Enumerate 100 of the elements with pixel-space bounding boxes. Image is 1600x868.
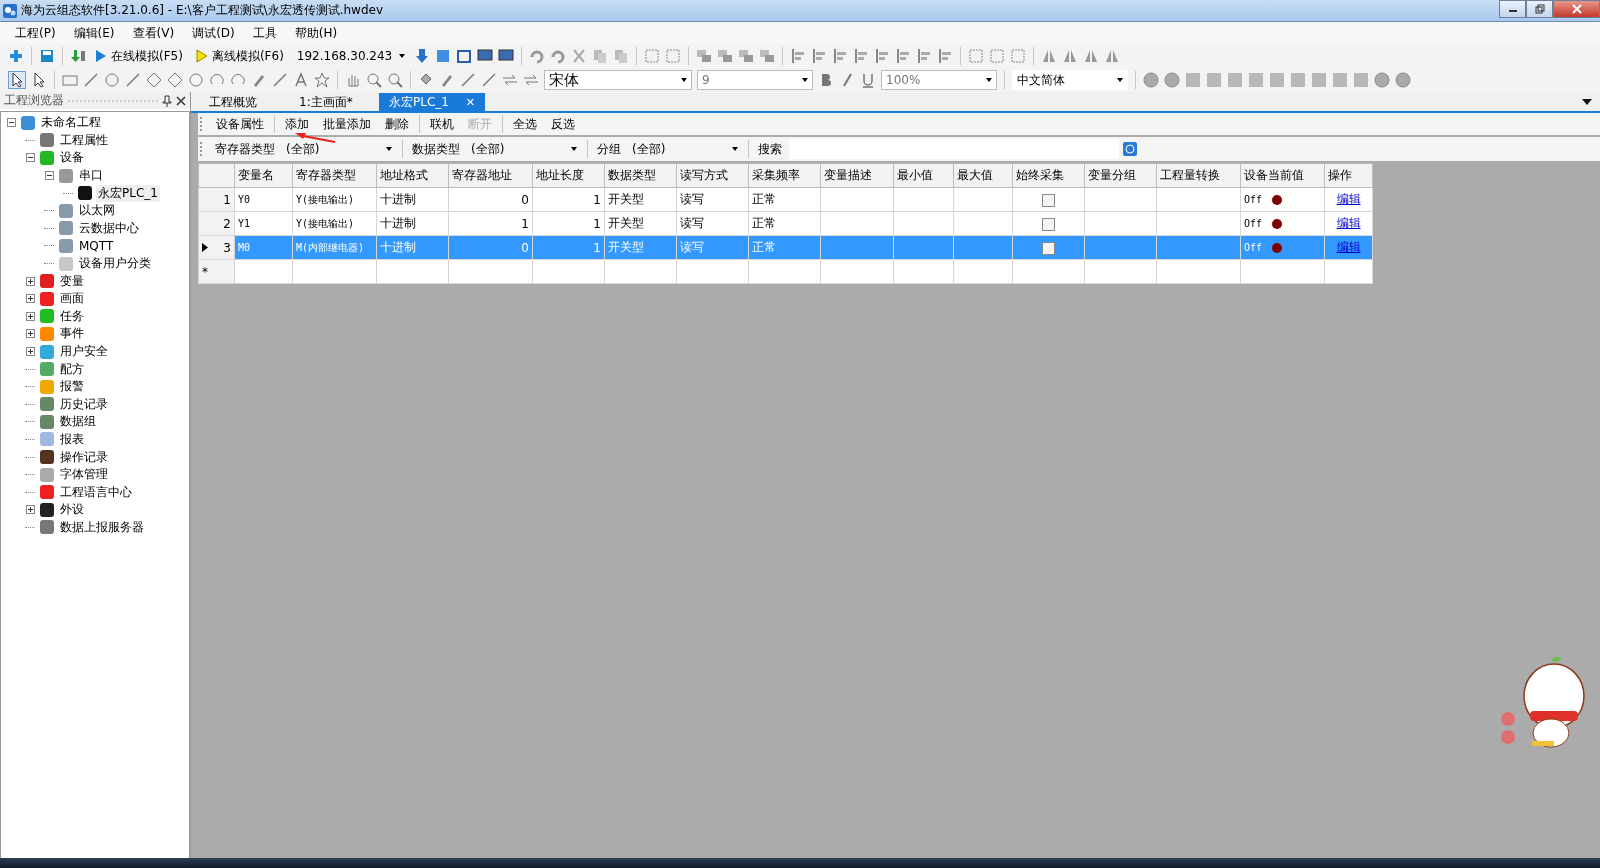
column-header[interactable]: 最小值: [893, 163, 954, 188]
toolbar-button[interactable]: 批量添加: [317, 116, 377, 132]
column-header[interactable]: 变量描述: [820, 163, 894, 188]
diamond-icon[interactable]: [146, 72, 162, 88]
dropdown-icon[interactable]: [1582, 98, 1592, 105]
arrows-icon[interactable]: [523, 72, 539, 88]
expand-toggle[interactable]: [24, 294, 36, 304]
square-icon[interactable]: [1269, 72, 1285, 88]
menu-item[interactable]: 帮助(H): [285, 24, 347, 42]
tree-item[interactable]: 串口: [77, 167, 105, 185]
toolbar-button[interactable]: 添加: [279, 116, 315, 132]
tree-item[interactable]: 数据上报服务器: [58, 518, 146, 536]
square-icon[interactable]: [1290, 72, 1306, 88]
align-icon[interactable]: [894, 48, 911, 64]
tree-item[interactable]: 设备: [58, 149, 86, 167]
tree-item[interactable]: 云数据中心: [77, 219, 141, 237]
tree-item[interactable]: 永宏PLC_1: [96, 184, 160, 202]
tree-item[interactable]: 工程属性: [58, 131, 110, 149]
font-dropdown[interactable]: 宋体: [544, 70, 692, 90]
frame-icon[interactable]: [664, 48, 681, 64]
line-icon[interactable]: [83, 72, 99, 88]
square-icon[interactable]: [1311, 72, 1327, 88]
ip-address-dropdown[interactable]: 192.168.30.243: [292, 49, 409, 63]
flip-icon[interactable]: [1061, 48, 1078, 64]
column-header[interactable]: 地址格式: [376, 163, 449, 188]
tree-item[interactable]: 历史记录: [58, 395, 110, 413]
restore-button[interactable]: [1526, 0, 1553, 18]
tree-item[interactable]: 任务: [58, 307, 86, 325]
circle-icon[interactable]: [1395, 72, 1411, 88]
save-icon[interactable]: [39, 48, 55, 64]
frame-icon[interactable]: [967, 48, 984, 64]
offline-simulation-button[interactable]: 离线模拟(F6): [191, 47, 288, 65]
line-icon[interactable]: [272, 72, 288, 88]
tree-item[interactable]: 未命名工程: [39, 114, 103, 132]
square-icon[interactable]: [1332, 72, 1348, 88]
column-header[interactable]: 数据类型: [604, 163, 677, 188]
checkbox[interactable]: [1042, 241, 1055, 255]
tree-item[interactable]: 字体管理: [58, 466, 110, 484]
column-header[interactable]: 采集频率: [748, 163, 821, 188]
menu-item[interactable]: 调试(D): [183, 24, 244, 42]
toolbar-button[interactable]: 联机: [424, 116, 460, 132]
line-icon[interactable]: [481, 72, 497, 88]
column-header[interactable]: 最大值: [953, 163, 1013, 188]
circle-icon[interactable]: [104, 72, 120, 88]
menu-item[interactable]: 工具: [243, 24, 286, 42]
tree-item[interactable]: 变量: [58, 272, 86, 290]
tree-item[interactable]: 以太网: [77, 202, 117, 220]
zoom-icon[interactable]: [366, 72, 382, 88]
column-header[interactable]: 始终采集: [1012, 163, 1085, 188]
frame-icon[interactable]: [988, 48, 1005, 64]
expand-toggle[interactable]: [24, 311, 36, 321]
copy-icon[interactable]: [591, 48, 608, 64]
square-icon[interactable]: [1227, 72, 1243, 88]
expand-toggle[interactable]: [24, 505, 36, 515]
diamond-icon[interactable]: [167, 72, 183, 88]
column-header[interactable]: 寄存器类型: [292, 163, 377, 188]
column-header[interactable]: 工程量转换: [1156, 163, 1241, 188]
minimize-button[interactable]: [1499, 0, 1526, 18]
align-icon[interactable]: [915, 48, 932, 64]
layer-icon[interactable]: [737, 48, 754, 64]
tree-item[interactable]: 画面: [58, 290, 86, 308]
pen-icon[interactable]: [439, 72, 455, 88]
line-icon[interactable]: [460, 72, 476, 88]
zoom-icon[interactable]: [387, 72, 403, 88]
tree-item[interactable]: 工程语言中心: [58, 483, 134, 501]
filter-dropdown[interactable]: (全部): [467, 139, 581, 159]
layer-icon[interactable]: [758, 48, 775, 64]
pen-icon[interactable]: [251, 72, 267, 88]
menu-item[interactable]: 工程(P): [6, 24, 65, 42]
copy-icon[interactable]: [612, 48, 629, 64]
undo-icon[interactable]: [528, 48, 545, 64]
online-simulation-button[interactable]: 在线模拟(F5): [91, 47, 187, 65]
underline-icon[interactable]: [860, 72, 876, 88]
align-icon[interactable]: [810, 48, 827, 64]
tree-item[interactable]: 设备用户分类: [77, 255, 153, 273]
circle-icon[interactable]: [1164, 72, 1180, 88]
plus-icon[interactable]: [8, 48, 24, 64]
align-icon[interactable]: [852, 48, 869, 64]
align-icon[interactable]: [831, 48, 848, 64]
close-icon[interactable]: [176, 95, 186, 106]
tree-item[interactable]: 配方: [58, 360, 86, 378]
tree-item[interactable]: 用户安全: [58, 343, 110, 360]
square-icon[interactable]: [1353, 72, 1369, 88]
column-header[interactable]: 地址长度: [532, 163, 605, 188]
line-icon[interactable]: [125, 72, 141, 88]
flip-icon[interactable]: [1103, 48, 1120, 64]
column-header[interactable]: 读写方式: [676, 163, 749, 188]
tree-item[interactable]: 外设: [58, 501, 86, 519]
frame-icon[interactable]: [643, 48, 660, 64]
expand-toggle[interactable]: [24, 153, 36, 163]
menu-item[interactable]: 编辑(E): [64, 24, 124, 42]
circle-icon[interactable]: [1143, 72, 1159, 88]
toolbar-button[interactable]: 删除: [379, 116, 415, 132]
align-icon[interactable]: [873, 48, 890, 64]
square-icon[interactable]: [1185, 72, 1201, 88]
scissors-icon[interactable]: [570, 48, 587, 64]
tree-item[interactable]: 数据组: [58, 413, 98, 431]
language-dropdown[interactable]: 中文简体: [1012, 70, 1128, 90]
flip-icon[interactable]: [1082, 48, 1099, 64]
expand-toggle[interactable]: [43, 171, 55, 181]
